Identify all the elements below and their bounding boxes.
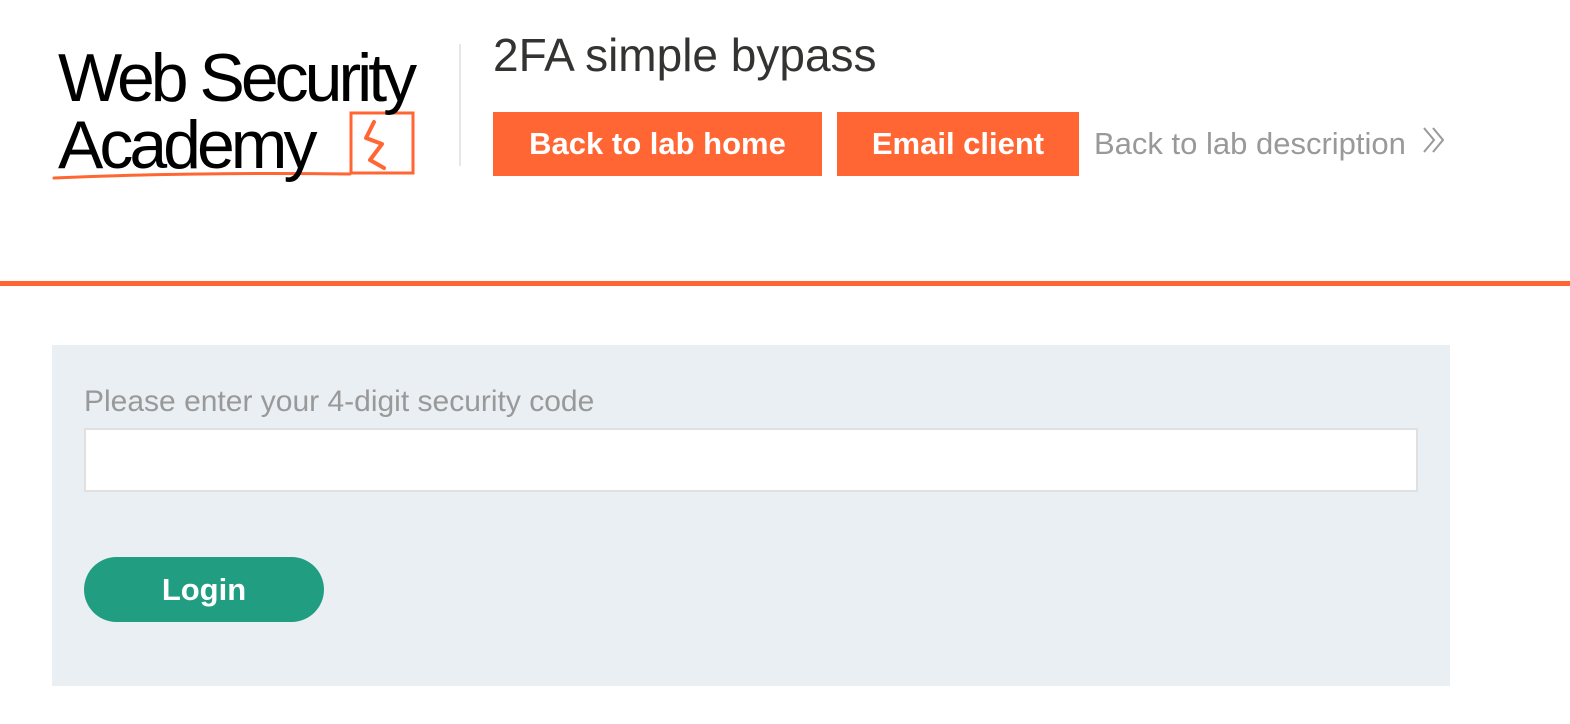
back-to-lab-description-link[interactable]: Back to lab description	[1094, 124, 1446, 164]
security-code-form: Please enter your 4-digit security code …	[52, 345, 1450, 686]
email-client-button[interactable]: Email client	[837, 112, 1079, 176]
header-separator	[0, 281, 1570, 286]
security-code-input[interactable]	[84, 428, 1418, 492]
page: Web Security Academy 2FA simple bypass B…	[0, 0, 1570, 724]
back-to-lab-home-button[interactable]: Back to lab home	[493, 112, 822, 176]
security-code-label: Please enter your 4-digit security code	[84, 385, 595, 418]
lightning-bolt-icon	[364, 120, 386, 170]
double-chevron-right-icon	[1422, 126, 1446, 162]
back-to-lab-description-label: Back to lab description	[1094, 126, 1406, 161]
logo-text-line2: Academy	[58, 107, 317, 183]
login-button[interactable]: Login	[84, 557, 324, 622]
logo-text-line1: Web Security	[58, 40, 417, 116]
lab-title: 2FA simple bypass	[493, 29, 877, 81]
header-divider	[459, 44, 461, 166]
web-security-academy-logo[interactable]: Web Security Academy	[52, 40, 454, 186]
